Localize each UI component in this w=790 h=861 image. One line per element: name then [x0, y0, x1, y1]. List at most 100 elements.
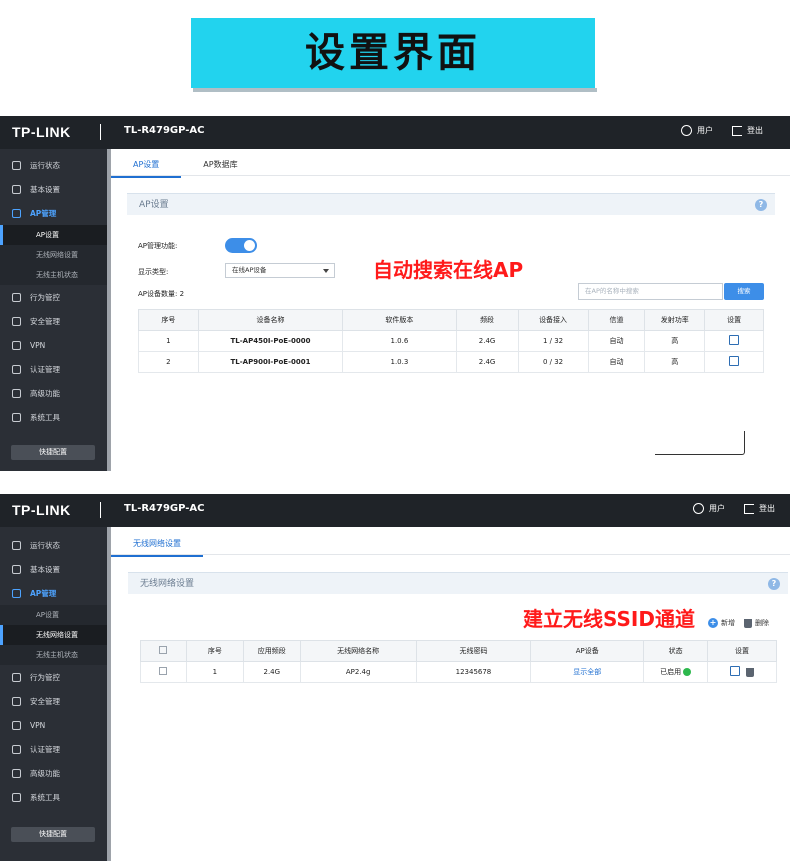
banner-shadow [193, 88, 597, 92]
sidebar-sub-hosts[interactable]: 无线主机状态 [0, 265, 107, 285]
check-icon [683, 668, 692, 676]
search-button[interactable]: 搜索 [724, 283, 764, 300]
table-row: 1 2.4G AP2.4g 12345678 显示全部 已启用 [140, 661, 777, 683]
delete-button[interactable]: 删除 [744, 618, 769, 628]
section-header: AP设置 ? [127, 193, 775, 215]
screen-wireless-settings: TP-LINK TL-R479GP-AC 用户 登出 运行状态 基本设置 AP管… [0, 494, 790, 861]
antenna-icon [12, 588, 21, 598]
sidebar-item-security[interactable]: 安全管理 [0, 689, 107, 713]
sidebar-item-behavior[interactable]: 行为管控 [0, 285, 107, 309]
display-type-label: 显示类型: [138, 268, 169, 276]
user-button[interactable]: 用户 [681, 125, 713, 136]
quick-config-button[interactable]: 快捷配置 [11, 445, 95, 460]
trash-icon[interactable] [746, 668, 755, 677]
grid-icon [12, 388, 21, 398]
ap-table: 序号 设备名称 软件版本 频段 设备接入 信道 发射功率 设置 1 TL-AP4… [138, 309, 764, 373]
trash-icon [744, 618, 752, 628]
tab-divider [111, 554, 790, 555]
scrollbar[interactable] [107, 527, 111, 861]
tab-divider [111, 175, 790, 176]
sidebar-item-vpn[interactable]: VPN [0, 333, 107, 357]
help-icon[interactable]: ? [755, 199, 767, 211]
tplink-logo: TP-LINK [12, 502, 71, 518]
shield-icon [12, 696, 21, 706]
sidebar-item-advanced[interactable]: 高级功能 [0, 761, 107, 785]
sidebar-item-auth[interactable]: 认证管理 [0, 357, 107, 381]
scrollbar[interactable] [107, 149, 111, 471]
logout-label: 登出 [747, 126, 763, 135]
logout-icon [732, 125, 742, 136]
sidebar-sub-wireless[interactable]: 无线网络设置 [0, 245, 107, 265]
edit-icon[interactable] [729, 335, 740, 345]
model-name: TL-R479GP-AC [124, 503, 205, 514]
edit-icon[interactable] [730, 666, 741, 676]
shield-icon [12, 316, 21, 326]
model-name: TL-R479GP-AC [124, 125, 205, 136]
sidebar-item-advanced[interactable]: 高级功能 [0, 381, 107, 405]
row-checkbox[interactable] [159, 667, 168, 675]
screen-ap-settings: TP-LINK TL-R479GP-AC 用户 登出 运行状态 基本设置 AP管… [0, 116, 790, 471]
quick-config-button[interactable]: 快捷配置 [11, 827, 95, 842]
monitor-icon [12, 540, 21, 550]
sidebar: 运行状态 基本设置 AP管理 AP设置 无线网络设置 无线主机状态 行为管控 安… [0, 149, 107, 471]
sidebar-item-vpn[interactable]: VPN [0, 713, 107, 737]
frame-corner [655, 431, 745, 455]
sidebar-item-behavior[interactable]: 行为管控 [0, 665, 107, 689]
help-icon[interactable]: ? [768, 578, 780, 590]
tplink-logo: TP-LINK [12, 124, 71, 140]
chevron-down-icon [323, 269, 329, 273]
user-label: 用户 [709, 504, 725, 513]
gear-icon [12, 564, 21, 574]
show-all-link[interactable]: 显示全部 [530, 661, 645, 683]
tools-icon [12, 792, 21, 802]
top-bar: TP-LINK TL-R479GP-AC 用户 登出 [0, 494, 790, 527]
id-card-icon [12, 364, 21, 374]
top-bar: TP-LINK TL-R479GP-AC 用户 登出 [0, 116, 790, 149]
sidebar-sub-wireless[interactable]: 无线网络设置 [0, 625, 107, 645]
sidebar-item-ap[interactable]: AP管理 [0, 201, 107, 225]
status-text: 已启用 [660, 668, 682, 676]
section-header: 无线网络设置 ? [128, 572, 788, 594]
search-input[interactable]: 在AP的名称中搜索 [578, 283, 723, 300]
behavior-icon [12, 292, 21, 302]
logout-button[interactable]: 登出 [732, 125, 763, 136]
sidebar-sub-hosts[interactable]: 无线主机状态 [0, 645, 107, 665]
gear-icon [12, 184, 21, 194]
divider [100, 124, 101, 140]
ap-count: AP设备数量: 2 [138, 290, 185, 298]
sidebar-item-ap[interactable]: AP管理 [0, 581, 107, 605]
table-row: 2 TL-AP900I-PoE-0001 1.0.3 2.4G 0 / 32 自… [138, 351, 764, 373]
cloud-icon [12, 340, 21, 350]
logout-button[interactable]: 登出 [744, 503, 775, 514]
table-row: 1 TL-AP450I-PoE-0000 1.0.6 2.4G 1 / 32 自… [138, 330, 764, 352]
cloud-icon [12, 720, 21, 730]
sidebar-item-status[interactable]: 运行状态 [0, 533, 107, 557]
user-icon [681, 125, 692, 136]
sidebar-item-status[interactable]: 运行状态 [0, 153, 107, 177]
logout-label: 登出 [759, 504, 775, 513]
wireless-table: 序号 应用频段 无线网络名称 无线密码 AP设备 状态 设置 1 2.4G AP… [140, 640, 777, 683]
ap-mgmt-toggle[interactable] [225, 238, 257, 253]
antenna-icon [12, 208, 21, 218]
id-card-icon [12, 744, 21, 754]
tools-icon [12, 412, 21, 422]
grid-icon [12, 768, 21, 778]
sidebar-sub-ap-settings[interactable]: AP设置 [0, 605, 107, 625]
sidebar-item-tools[interactable]: 系统工具 [0, 405, 107, 429]
annotation-auto-search: 自动搜索在线AP [373, 258, 524, 282]
user-button[interactable]: 用户 [693, 503, 725, 514]
plus-icon: + [708, 618, 718, 628]
display-type-select[interactable]: 在线AP设备 [225, 263, 335, 278]
sidebar-item-basic[interactable]: 基本设置 [0, 177, 107, 201]
sidebar-sub-ap-settings[interactable]: AP设置 [0, 225, 107, 245]
table-header: 序号 应用频段 无线网络名称 无线密码 AP设备 状态 设置 [140, 640, 777, 662]
add-button[interactable]: + 新增 [708, 618, 735, 628]
select-all-checkbox[interactable] [159, 646, 168, 654]
sidebar-item-auth[interactable]: 认证管理 [0, 737, 107, 761]
logout-icon [744, 503, 754, 514]
ap-mgmt-label: AP管理功能: [138, 242, 178, 250]
sidebar-item-basic[interactable]: 基本设置 [0, 557, 107, 581]
sidebar-item-tools[interactable]: 系统工具 [0, 785, 107, 809]
sidebar-item-security[interactable]: 安全管理 [0, 309, 107, 333]
edit-icon[interactable] [729, 356, 740, 366]
